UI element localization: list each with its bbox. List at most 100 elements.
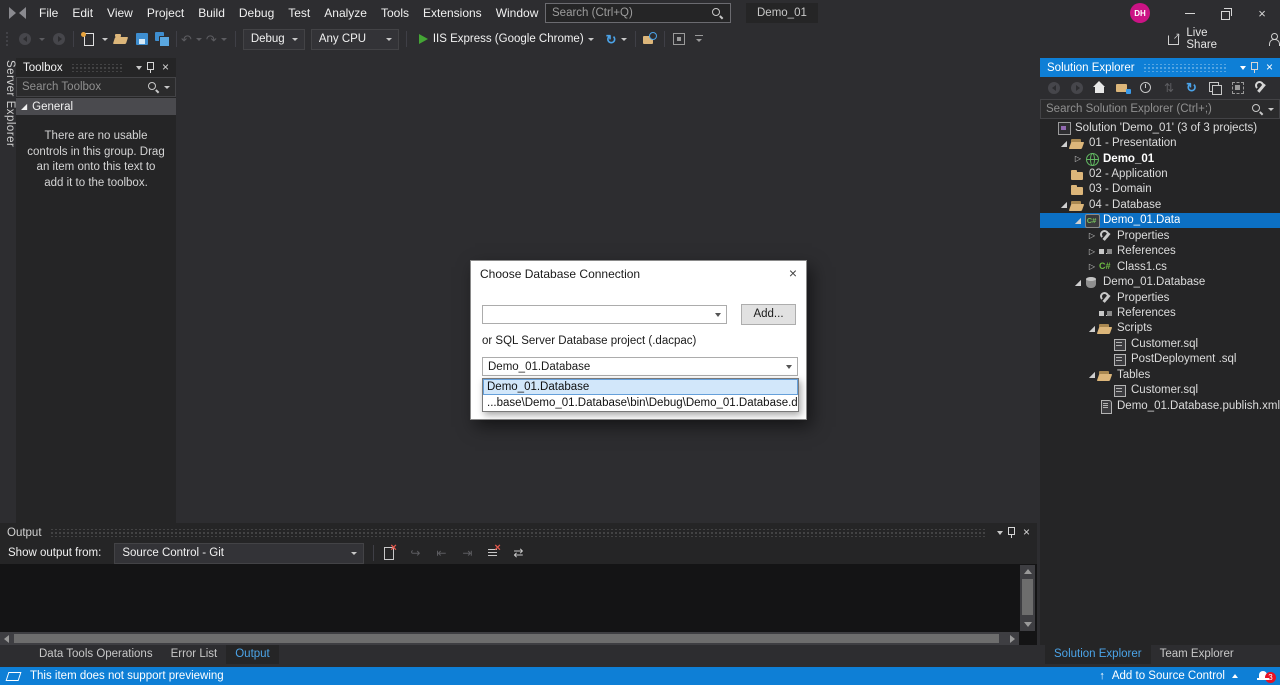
next-message-icon[interactable]	[460, 545, 476, 561]
pin-icon[interactable]	[1250, 61, 1259, 74]
chevron-down-icon[interactable]	[196, 38, 202, 41]
dropdown-option-base-demo-01-database-bin-debug-demo-01-database-dacpac[interactable]: ...base\Demo_01.Database\bin\Debug\Demo_…	[483, 395, 798, 411]
toolbox-search-box[interactable]: Search Toolbox	[16, 77, 176, 97]
tree-item-demo-01-data[interactable]: ◢Demo_01.Data	[1040, 213, 1280, 228]
tree-item-properties[interactable]: ▷Properties	[1040, 228, 1280, 243]
dacpac-combobox[interactable]: Demo_01.Database	[482, 357, 798, 376]
chevron-down-icon[interactable]	[39, 38, 45, 41]
refresh-icon[interactable]: ↻	[606, 33, 617, 46]
tree-item-demo-01-database[interactable]: ◢Demo_01.Database	[1040, 274, 1280, 289]
tree-item-class1-cs[interactable]: ▷Class1.cs	[1040, 259, 1280, 274]
window-position-icon[interactable]	[997, 531, 1003, 535]
expander-closed-icon[interactable]: ▷	[1072, 154, 1084, 163]
expander-open-icon[interactable]: ◢	[1058, 139, 1070, 148]
tab-error-list[interactable]: Error List	[162, 645, 227, 664]
expander-open-icon[interactable]: ◢	[1072, 278, 1084, 287]
scroll-left-icon[interactable]	[0, 632, 13, 645]
tree-item-customer-sql[interactable]: Customer.sql	[1040, 382, 1280, 397]
solution-explorer-search-box[interactable]: Search Solution Explorer (Ctrl+;)	[1040, 99, 1280, 119]
vertical-scrollbar[interactable]	[1020, 565, 1035, 631]
expander-closed-icon[interactable]: ▷	[1086, 247, 1098, 256]
quick-search-box[interactable]: Search (Ctrl+Q)	[545, 3, 731, 23]
feedback-icon[interactable]	[1267, 33, 1280, 46]
close-icon[interactable]: ×	[1023, 526, 1030, 539]
web-browser-icon[interactable]	[642, 31, 658, 47]
output-source-combobox[interactable]: Source Control - Git	[114, 543, 364, 564]
run-target-label[interactable]: IIS Express (Google Chrome)	[433, 33, 584, 45]
platform-combobox[interactable]: Any CPU	[311, 29, 399, 50]
close-icon[interactable]: ×	[1266, 61, 1273, 74]
scroll-down-icon[interactable]	[1020, 618, 1035, 631]
undo-icon[interactable]: ↶	[181, 33, 192, 46]
browse-with-icon[interactable]	[671, 31, 687, 47]
messages-filter-icon[interactable]	[382, 545, 398, 561]
close-button[interactable]: ×	[1244, 0, 1280, 26]
tree-item-customer-sql[interactable]: Customer.sql	[1040, 336, 1280, 351]
expander-open-icon[interactable]: ◢	[1086, 324, 1098, 333]
menu-item-view[interactable]: View	[100, 0, 140, 26]
menu-item-project[interactable]: Project	[140, 0, 191, 26]
tree-item-solution-demo-01-3-of-3-projects[interactable]: Solution 'Demo_01' (3 of 3 projects)	[1040, 120, 1280, 135]
scrollbar-thumb[interactable]	[14, 634, 999, 643]
save-all-icon[interactable]	[154, 31, 170, 47]
tab-solution-explorer[interactable]: Solution Explorer	[1045, 645, 1151, 664]
save-icon[interactable]	[134, 31, 150, 47]
scroll-up-icon[interactable]	[1020, 565, 1035, 578]
forward-icon[interactable]	[1069, 80, 1085, 96]
pin-icon[interactable]	[1007, 526, 1016, 539]
chevron-up-icon[interactable]	[1232, 674, 1238, 678]
word-wrap-icon[interactable]	[512, 545, 528, 561]
tab-team-explorer[interactable]: Team Explorer	[1151, 645, 1243, 664]
menu-item-file[interactable]: File	[32, 0, 65, 26]
tree-item-properties[interactable]: Properties	[1040, 290, 1280, 305]
menu-item-test[interactable]: Test	[281, 0, 317, 26]
toolbar-grip[interactable]	[5, 31, 10, 47]
sync-with-active-document-icon[interactable]	[1161, 80, 1177, 96]
tree-item-02-application[interactable]: 02 - Application	[1040, 166, 1280, 181]
tree-item-04-database[interactable]: ◢04 - Database	[1040, 197, 1280, 212]
tree-item-demo-01-database-publish-xml[interactable]: Demo_01.Database.publish.xml	[1040, 398, 1280, 413]
tab-output[interactable]: Output	[226, 645, 279, 664]
tree-item-references[interactable]: References	[1040, 305, 1280, 320]
tree-item-03-domain[interactable]: 03 - Domain	[1040, 182, 1280, 197]
restore-button[interactable]	[1208, 0, 1244, 26]
notifications-bell-icon[interactable]: 3	[1257, 669, 1270, 683]
menu-item-analyze[interactable]: Analyze	[317, 0, 374, 26]
menu-item-tools[interactable]: Tools	[374, 0, 416, 26]
dropdown-option-demo-01-database[interactable]: Demo_01.Database	[483, 379, 798, 395]
dialog-close-icon[interactable]: ×	[789, 265, 797, 281]
tree-item-01-presentation[interactable]: ◢01 - Presentation	[1040, 135, 1280, 150]
clear-all-icon[interactable]	[486, 545, 502, 561]
chevron-down-icon[interactable]	[164, 86, 170, 89]
user-avatar[interactable]: DH	[1130, 3, 1150, 23]
previous-message-icon[interactable]	[434, 545, 450, 561]
tree-item-tables[interactable]: ◢Tables	[1040, 367, 1280, 382]
menu-item-build[interactable]: Build	[191, 0, 232, 26]
expander-open-icon[interactable]: ◢	[1058, 200, 1070, 209]
pending-changes-filter-icon[interactable]	[1138, 80, 1154, 96]
chevron-down-icon[interactable]	[588, 38, 594, 41]
tree-item-references[interactable]: ▷References	[1040, 244, 1280, 259]
expander-closed-icon[interactable]: ▷	[1086, 231, 1098, 240]
show-all-files-icon[interactable]	[1230, 80, 1246, 96]
navigate-back-icon[interactable]	[17, 31, 33, 47]
horizontal-scrollbar[interactable]	[0, 632, 1019, 645]
home-icon[interactable]	[1092, 80, 1108, 96]
menu-item-edit[interactable]: Edit	[65, 0, 100, 26]
output-content[interactable]	[0, 564, 1037, 645]
menu-item-window[interactable]: Window	[489, 0, 546, 26]
tree-item-postdeployment-sql[interactable]: PostDeployment .sql	[1040, 352, 1280, 367]
switch-views-icon[interactable]	[1115, 80, 1131, 96]
tab-data-tools-operations[interactable]: Data Tools Operations	[30, 645, 162, 664]
expander-closed-icon[interactable]: ▷	[1086, 262, 1098, 271]
add-to-source-control-button[interactable]: Add to Source Control	[1112, 670, 1225, 682]
window-position-icon[interactable]	[136, 66, 142, 70]
server-explorer-side-tab[interactable]: Server Explorer	[0, 56, 16, 147]
toolbar-overflow-icon[interactable]	[695, 35, 703, 44]
open-file-icon[interactable]	[114, 31, 130, 47]
scrollbar-thumb[interactable]	[1022, 579, 1033, 615]
close-icon[interactable]: ×	[162, 61, 169, 74]
configuration-combobox[interactable]: Debug	[243, 29, 305, 50]
tree-item-demo-01[interactable]: ▷Demo_01	[1040, 151, 1280, 166]
window-position-icon[interactable]	[1240, 66, 1246, 70]
